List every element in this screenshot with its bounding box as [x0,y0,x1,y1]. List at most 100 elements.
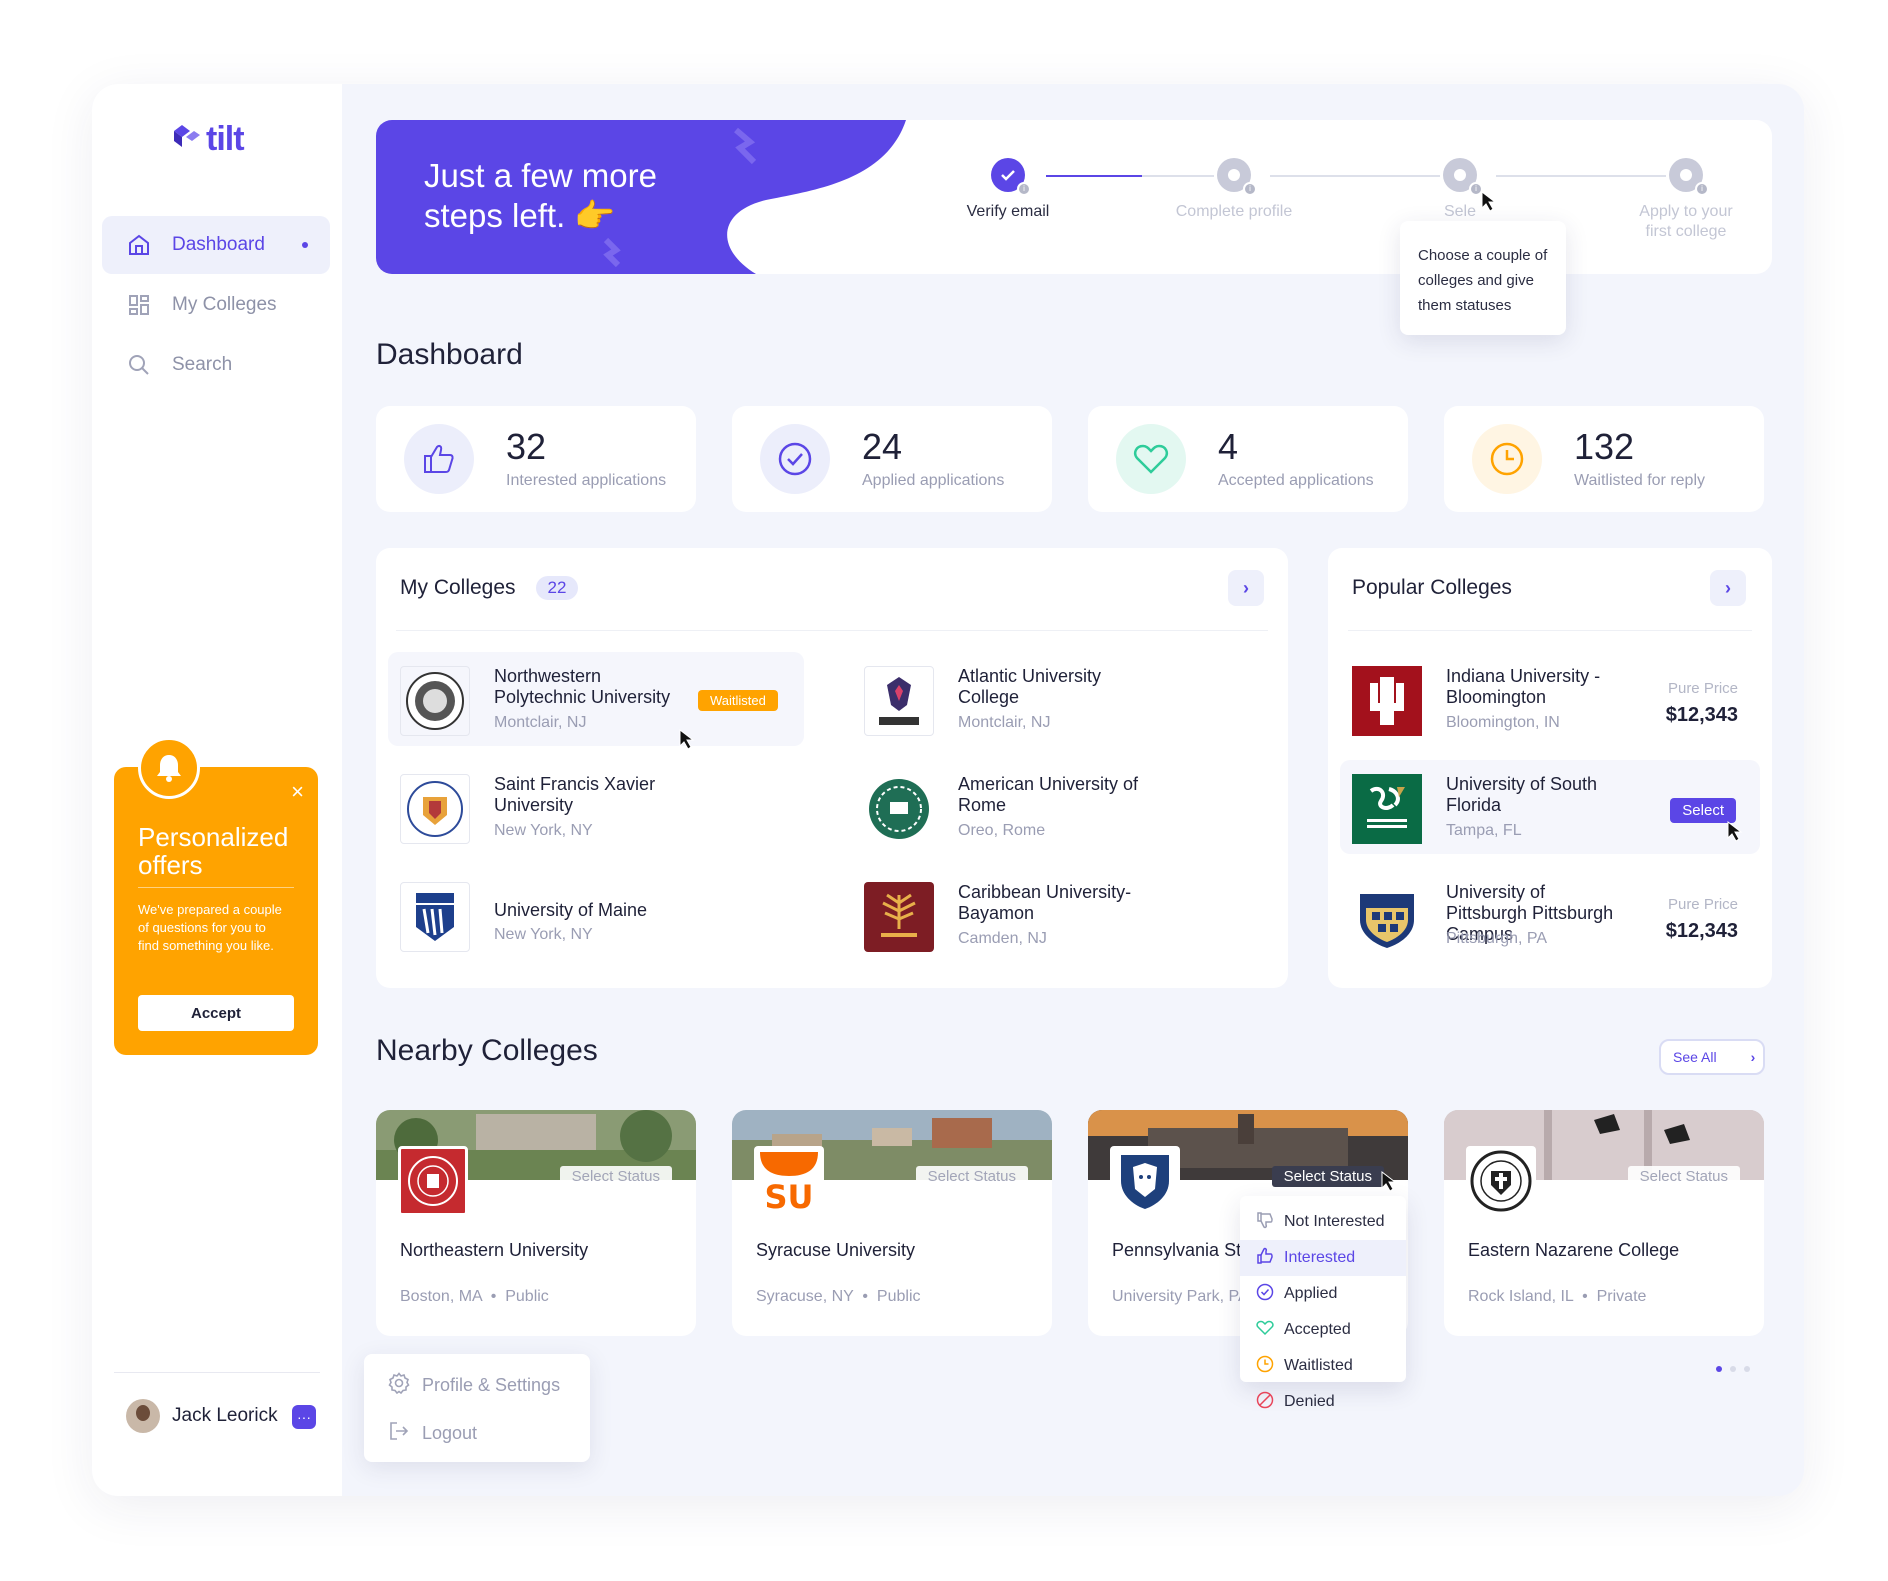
stat-card-interested[interactable]: 32 Interested applications [376,406,696,512]
college-location: Montclair, NJ [958,714,1051,731]
nearby-college-card[interactable]: SU Select Status Syracuse University Syr… [732,1110,1052,1336]
app-window: tilt Dashboard My Colleges Search × Pers… [92,84,1804,1496]
college-location: University Park, PA [1112,1288,1249,1305]
college-logo [1352,666,1422,736]
gear-icon [388,1372,410,1399]
step-label: Apply to your first college [1639,203,1733,240]
menu-item-profile-settings[interactable]: Profile & Settings [388,1372,560,1399]
nearby-college-card[interactable]: Select Status Eastern Nazarene College R… [1444,1110,1764,1336]
page-dot[interactable] [1744,1366,1750,1372]
college-logo: SU [754,1146,824,1216]
college-logo [400,774,470,844]
chevron-right-icon[interactable]: › [1228,570,1264,606]
status-option-waitlisted[interactable]: Waitlisted [1240,1348,1406,1384]
bell-icon [138,737,200,799]
status-option-interested[interactable]: Interested [1240,1240,1406,1276]
college-name: Indiana University - Bloomington [1446,666,1601,707]
sidebar-item-label: Dashboard [172,234,265,255]
status-option-denied[interactable]: Denied [1240,1384,1406,1420]
divider [396,630,1268,631]
offer-text: We've prepared a couple of questions for… [138,902,282,953]
price-label: Pure Price [1667,680,1738,697]
thumbs-up-icon [1256,1247,1274,1270]
college-location: Boston, MA • Public [400,1288,549,1305]
sidebar-item-search[interactable]: Search [102,336,330,394]
status-option-accepted[interactable]: Accepted [1240,1312,1406,1348]
stat-value: 24 [862,426,903,467]
stat-value: 32 [506,426,547,467]
college-item[interactable]: University of Maine New York, NY [388,868,804,962]
status-option-not-interested[interactable]: Not Interested [1240,1204,1406,1240]
user-menu-button[interactable]: ··· [292,1405,316,1429]
info-icon: i [1243,182,1257,196]
college-item[interactable]: Caribbean University-Bayamon Camden, NJ [852,868,1268,962]
select-status-button[interactable]: Select Status [915,1166,1028,1187]
college-location: Tampa, FL [1446,822,1522,839]
page-dot[interactable] [1730,1366,1736,1372]
select-status-button[interactable]: Select Status [559,1166,672,1187]
select-status-button[interactable]: Select Status [1271,1166,1384,1187]
see-all-label: See All [1673,1049,1717,1065]
steps-title: Just a few more steps left. 👉 [424,157,657,234]
my-colleges-card: My Colleges 22 › Northwestern Polytechni… [376,548,1288,988]
step-verify-email[interactable]: i Verify email [948,158,1068,222]
step-select[interactable]: i Sele [1400,158,1520,222]
accept-button[interactable]: Accept [138,995,294,1031]
step-label: Sele [1443,203,1477,220]
user-profile[interactable]: Jack Leorick [126,1399,278,1433]
stat-card-waitlisted[interactable]: 132 Waitlisted for reply [1444,406,1764,512]
stat-label: Accepted applications [1218,472,1374,489]
clock-icon [1256,1355,1274,1378]
stat-label: Interested applications [506,472,667,489]
sidebar-item-dashboard[interactable]: Dashboard [102,216,330,274]
personalized-offers-card: × Personalized offers We've prepared a c… [114,737,318,1055]
menu-item-logout[interactable]: Logout [388,1420,477,1447]
svg-text:SU: SU [764,1178,813,1216]
college-item[interactable]: Atlantic University College Montclair, N… [852,652,1268,746]
step-label: Verify email [966,203,1050,220]
section-title-nearby: Nearby Colleges [376,1034,598,1067]
check-icon: i [991,158,1031,196]
college-item[interactable]: American University of Rome Oreo, Rome [852,760,1268,854]
profile-menu: Profile & Settings Logout [364,1354,590,1462]
sidebar-item-label: Search [172,354,233,375]
college-item[interactable]: Saint Francis Xavier University New York… [388,760,804,854]
popular-college-item[interactable]: University of Pittsburgh Pittsburgh Camp… [1340,868,1760,962]
stat-value: 4 [1218,426,1239,467]
stat-value: 132 [1574,426,1635,467]
see-all-button[interactable]: See All › [1659,1039,1765,1075]
college-logo [1352,882,1422,952]
select-status-button[interactable]: Select Status [1627,1166,1740,1187]
college-name: American University of Rome [958,774,1139,815]
popular-college-item[interactable]: University of South Florida Tampa, FL Se… [1340,760,1760,854]
popular-college-item[interactable]: Indiana University - Bloomington Bloomin… [1340,652,1760,746]
college-item[interactable]: Northwestern Polytechnic University Mont… [388,652,804,746]
college-logo [400,882,470,952]
page-dot[interactable] [1716,1366,1722,1372]
avatar [126,1399,160,1433]
stat-label: Applied applications [862,472,1005,489]
card-header: Popular Colleges [1352,576,1512,600]
status-option-applied[interactable]: Applied [1240,1276,1406,1312]
chevron-right-icon: › [1750,1049,1756,1065]
chevron-right-icon[interactable]: › [1710,570,1746,606]
logout-icon [388,1420,410,1447]
card-title: Popular Colleges [1352,576,1512,599]
stat-card-accepted[interactable]: 4 Accepted applications [1088,406,1408,512]
cursor-icon [1727,820,1743,842]
step-circle-icon: i [1443,158,1483,196]
stat-card-applied[interactable]: 24 Applied applications [732,406,1052,512]
close-icon[interactable]: × [291,779,304,805]
step-circle-icon: i [1217,158,1257,196]
sidebar: tilt Dashboard My Colleges Search × Pers… [92,84,342,1496]
thumbs-down-icon [1256,1211,1274,1234]
home-icon [126,232,152,258]
nearby-college-card[interactable]: Select Status Northeastern University Bo… [376,1110,696,1336]
clock-icon [1472,424,1542,494]
step-apply[interactable]: i Apply to your first college [1626,158,1746,242]
sidebar-item-my-colleges[interactable]: My Colleges [102,276,330,334]
logo[interactable]: tilt [172,120,245,159]
user-name: Jack Leorick [172,1405,278,1426]
college-name: University of Maine [494,900,648,920]
step-complete-profile[interactable]: i Complete profile [1174,158,1294,222]
